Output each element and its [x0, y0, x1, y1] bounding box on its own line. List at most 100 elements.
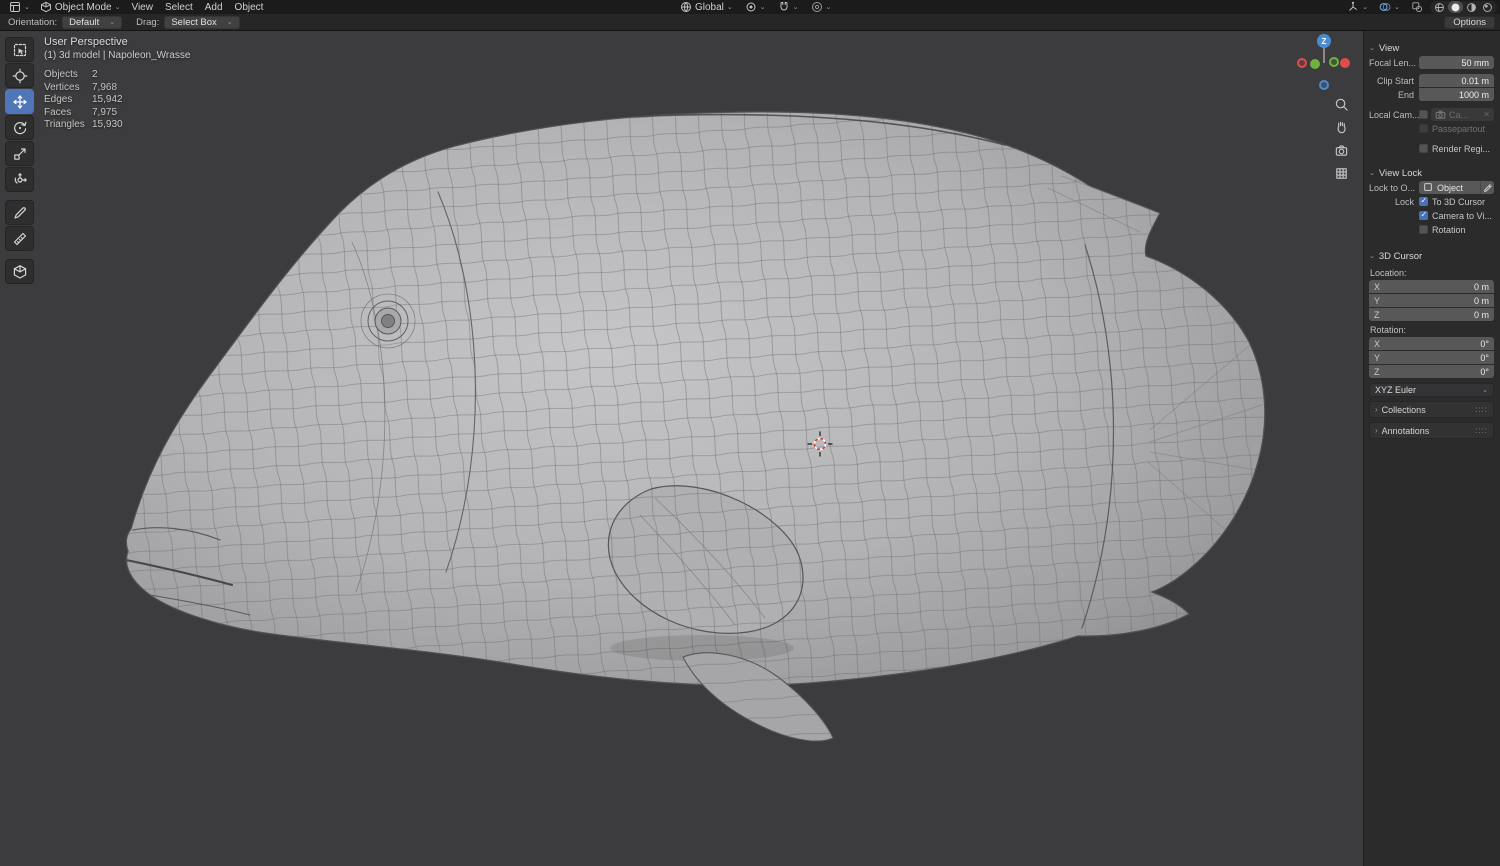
tool-cursor[interactable] [5, 63, 34, 88]
stat-row: Vertices 7,968 [44, 81, 118, 93]
proportional-editing-icon [811, 1, 823, 13]
overlays-toggle[interactable] [1375, 1, 1404, 14]
drag-select[interactable]: Select Box [164, 15, 240, 29]
menu-object[interactable]: Object [230, 1, 269, 14]
shading-wireframe-button[interactable] [1432, 1, 1447, 13]
close-icon[interactable]: ✕ [1483, 110, 1490, 119]
cursor-rot-x-field[interactable]: X 0° [1369, 337, 1494, 350]
chevron-down-icon [760, 4, 766, 11]
ortho-toggle-icon[interactable] [1332, 164, 1350, 182]
gizmos-icon [1347, 1, 1359, 13]
panel-view-header[interactable]: View [1369, 40, 1494, 56]
gizmo-axis-x-neg[interactable] [1297, 58, 1307, 68]
passepartout-checkbox[interactable] [1419, 124, 1428, 133]
menu-select[interactable]: Select [160, 1, 198, 14]
focal-length-row: Focal Len... 50 mm [1369, 56, 1494, 69]
drag-grip-icon[interactable] [1475, 405, 1488, 414]
gizmo-axis-y-neg[interactable] [1329, 57, 1339, 67]
tool-measure[interactable] [5, 226, 34, 251]
tool-rotate[interactable] [5, 115, 34, 140]
snap-toggle[interactable] [774, 1, 803, 14]
pivot-point-select[interactable] [741, 1, 770, 14]
napoleon-wrasse-mesh[interactable] [125, 111, 1266, 742]
orientation-label: Orientation: [8, 16, 58, 28]
to-3d-cursor-checkbox[interactable] [1419, 196, 1428, 206]
sidebar-n-panel: View Focal Len... 50 mm Clip Start 0.01 … [1363, 31, 1500, 866]
panel-3d-cursor-header[interactable]: 3D Cursor [1369, 248, 1494, 264]
cursor-loc-z-row: Z0 m [1369, 308, 1494, 321]
chevron-down-icon [24, 4, 30, 11]
chevron-down-icon [1362, 4, 1368, 11]
proportional-editing-toggle[interactable] [807, 1, 836, 14]
chevron-down-icon [1369, 169, 1375, 177]
lock-to-object-field[interactable]: Object [1419, 181, 1480, 194]
chevron-down-icon [1369, 44, 1375, 52]
gizmo-axis-z[interactable]: Z [1317, 34, 1331, 48]
cursor-rot-y-field[interactable]: Y 0° [1369, 351, 1494, 364]
stat-row: Edges 15,942 [44, 94, 123, 105]
chevron-down-icon [1482, 387, 1488, 394]
gizmo-axis-z-neg[interactable] [1319, 80, 1329, 90]
drag-grip-icon[interactable] [1475, 426, 1488, 435]
lock-rotation-checkbox[interactable] [1419, 225, 1428, 234]
tool-scale[interactable] [5, 141, 34, 166]
viewport-nav-buttons [1332, 95, 1350, 182]
tool-move[interactable] [5, 89, 34, 114]
overlays-icon [1379, 1, 1391, 13]
editor-type-select[interactable] [5, 1, 34, 14]
gizmo-axis-x[interactable] [1340, 58, 1350, 68]
navigation-gizmo[interactable]: Z [1294, 32, 1356, 94]
stat-row: Objects 2 [44, 69, 98, 80]
object-mode-icon [40, 1, 52, 13]
xray-toggle[interactable] [1407, 1, 1427, 14]
local-camera-checkbox[interactable] [1419, 110, 1428, 119]
object-data-icon [1423, 182, 1434, 193]
focal-length-field[interactable]: 50 mm [1419, 56, 1494, 69]
chevron-down-icon [793, 4, 799, 11]
eyedropper-icon[interactable] [1480, 181, 1494, 194]
zoom-icon[interactable] [1332, 95, 1350, 113]
panel-view-lock-header[interactable]: View Lock [1369, 165, 1494, 181]
cursor-loc-y-row: Y0 m [1369, 294, 1494, 307]
drag-label: Drag: [136, 16, 160, 28]
transform-orientation-select[interactable]: Global [676, 1, 737, 14]
tool-select-box[interactable] [5, 37, 34, 62]
options-button[interactable]: Options [1444, 16, 1495, 29]
camera-to-view-checkbox[interactable] [1419, 210, 1428, 220]
rotation-order-select[interactable]: XYZ Euler [1369, 383, 1494, 397]
menu-view[interactable]: View [126, 1, 158, 14]
tool-add-cube[interactable] [5, 259, 34, 284]
cursor-rot-y-row: Y 0° [1369, 351, 1494, 364]
left-toolbar [5, 37, 34, 285]
clip-end-field[interactable]: 1000 m [1419, 88, 1494, 101]
orientation-select[interactable]: Default [62, 15, 123, 29]
menu-add[interactable]: Add [200, 1, 228, 14]
tool-annotate[interactable] [5, 200, 34, 225]
clip-start-field[interactable]: 0.01 m [1419, 74, 1494, 87]
chevron-down-icon [109, 19, 115, 26]
local-camera-field[interactable]: Ca... ✕ [1431, 108, 1494, 121]
pivot-point-icon [745, 1, 757, 13]
lock-to-cursor-row: Lock To 3D Cursor [1369, 195, 1494, 208]
pan-hand-icon[interactable] [1332, 118, 1350, 136]
mode-select[interactable]: Object Mode [36, 1, 125, 14]
chevron-down-icon [1369, 252, 1375, 260]
render-region-checkbox[interactable] [1419, 144, 1428, 153]
cursor-loc-x-field[interactable]: X0 m [1369, 280, 1494, 293]
gizmo-axis-y[interactable] [1310, 59, 1320, 69]
view-perspective-label: User Perspective [44, 36, 128, 48]
shading-solid-button[interactable] [1448, 1, 1463, 13]
panel-annotations-header[interactable]: Annotations [1369, 422, 1494, 439]
cursor-loc-y-field[interactable]: Y0 m [1369, 294, 1494, 307]
tool-transform[interactable] [5, 167, 34, 192]
viewport-3d[interactable] [0, 0, 1500, 866]
cursor-loc-z-field[interactable]: Z0 m [1369, 308, 1494, 321]
chevron-right-icon [1375, 405, 1378, 414]
camera-view-icon[interactable] [1332, 141, 1350, 159]
gizmo-visibility-toggle[interactable] [1343, 1, 1372, 14]
panel-collections-header[interactable]: Collections [1369, 401, 1494, 418]
shading-mode-group [1430, 0, 1497, 14]
shading-material-button[interactable] [1464, 1, 1479, 13]
cursor-rot-z-field[interactable]: Z 0° [1369, 365, 1494, 378]
shading-rendered-button[interactable] [1480, 1, 1495, 13]
